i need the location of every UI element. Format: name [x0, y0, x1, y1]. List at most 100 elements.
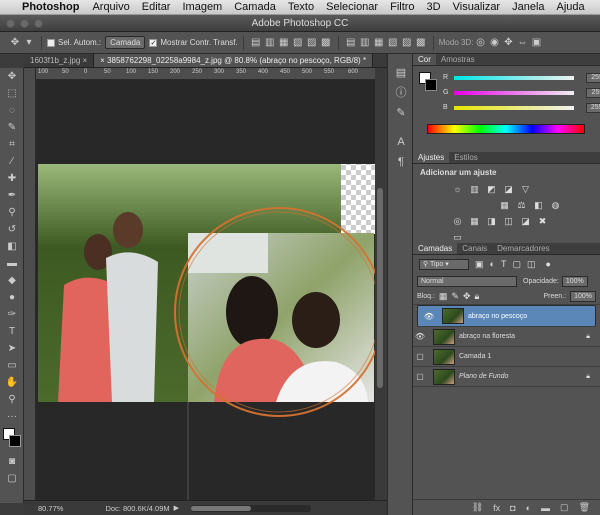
distribute-left-icon[interactable]: ▧ [386, 36, 400, 50]
screen-mode-icon[interactable]: ▢ [0, 470, 24, 487]
threshold-icon[interactable]: ◪ [519, 215, 532, 227]
lasso-tool-icon[interactable]: ◌ [0, 102, 24, 119]
vibrance-icon[interactable]: ▽ [519, 183, 532, 195]
3d-scale-icon[interactable]: ▣ [529, 36, 543, 50]
move-tool-icon[interactable]: ✥ [8, 36, 22, 50]
tool-preset-chevron-icon[interactable]: ▾ [22, 36, 36, 50]
green-slider[interactable] [454, 90, 575, 95]
layer-style-icon[interactable]: fx [493, 503, 500, 513]
marquee-tool-icon[interactable]: ⬚ [0, 85, 24, 102]
opacity-input[interactable]: 100% [561, 275, 588, 287]
gradient-tool-icon[interactable]: ▬ [0, 255, 24, 272]
hue-saturation-icon[interactable]: ▦ [498, 199, 511, 211]
filter-toggle-icon[interactable]: ● [545, 259, 550, 269]
tab-camadas[interactable]: Camadas [413, 243, 458, 254]
quick-mask-icon[interactable]: ◙ [0, 453, 24, 470]
paragraph-panel-icon[interactable]: ¶ [388, 152, 414, 172]
layer-name[interactable]: Plano de Fundo [459, 373, 508, 380]
eyedropper-tool-icon[interactable]: ⁄ [0, 153, 24, 170]
tab-amostras[interactable]: Amostras [436, 54, 480, 65]
minimize-window-button[interactable] [20, 19, 29, 28]
3d-slide-icon[interactable]: ⇔ [515, 36, 529, 50]
quick-selection-tool-icon[interactable]: ✎ [0, 119, 24, 136]
menu-visualizar[interactable]: Visualizar [453, 1, 501, 13]
close-icon[interactable]: × [83, 56, 88, 65]
horizontal-scrollbar[interactable] [191, 504, 312, 512]
crop-tool-icon[interactable]: ⌗ [0, 136, 24, 153]
vertical-scrollbar-thumb[interactable] [377, 188, 383, 388]
selective-color-icon[interactable]: ✖ [536, 215, 549, 227]
menu-texto[interactable]: Texto [288, 1, 314, 13]
brush-panel-icon[interactable]: ✎ [388, 102, 414, 122]
tab-document-2[interactable]: × 3858762298_02258a9984_z.jpg @ 80.8% (a… [94, 54, 374, 67]
align-bottom-icon[interactable]: ▦ [277, 36, 291, 50]
layer-name[interactable]: Camada 1 [459, 353, 491, 360]
align-middle-icon[interactable]: ▥ [263, 36, 277, 50]
distribute-center-icon[interactable]: ▨ [400, 36, 414, 50]
color-spectrum[interactable] [427, 124, 585, 134]
close-icon[interactable]: × [100, 56, 105, 65]
tab-ajustes[interactable]: Ajustes [413, 152, 450, 163]
background-color-swatch[interactable] [9, 435, 21, 447]
distribute-bottom-icon[interactable]: ▦ [372, 36, 386, 50]
zoom-level[interactable]: 80.77% [38, 504, 63, 513]
3d-drag-icon[interactable]: ✥ [501, 36, 515, 50]
more-tools-icon[interactable]: ··· [0, 408, 24, 425]
healing-brush-tool-icon[interactable]: ✚ [0, 170, 24, 187]
blend-mode-dropdown[interactable]: Normal [417, 275, 517, 287]
tab-document-1[interactable]: 1603f1b_z.jpg × [24, 54, 95, 67]
blur-tool-icon[interactable]: ◆ [0, 272, 24, 289]
invert-icon[interactable]: ◨ [485, 215, 498, 227]
tab-cor[interactable]: Cor [413, 54, 436, 65]
distribute-right-icon[interactable]: ▩ [414, 36, 428, 50]
menu-selecionar[interactable]: Selecionar [326, 1, 378, 13]
history-brush-tool-icon[interactable]: ↺ [0, 221, 24, 238]
green-value[interactable]: 255 [586, 87, 600, 98]
menu-3d[interactable]: 3D [427, 1, 441, 13]
new-group-icon[interactable]: ▬ [541, 503, 550, 513]
levels-icon[interactable]: ▥ [468, 183, 481, 195]
align-left-icon[interactable]: ▧ [291, 36, 305, 50]
tab-estilos[interactable]: Estilos [449, 152, 483, 163]
dodge-tool-icon[interactable]: ● [0, 289, 24, 306]
menu-camada[interactable]: Camada [234, 1, 276, 13]
app-menu[interactable]: Photoshop [22, 1, 79, 13]
lock-position-icon[interactable]: ✥ [463, 291, 471, 302]
brightness-contrast-icon[interactable]: ☼ [451, 183, 464, 195]
auto-select-dropdown[interactable]: Camada [105, 36, 146, 49]
layer-row[interactable]: ▢ Camada 1 [413, 347, 600, 367]
type-tool-icon[interactable]: T [0, 323, 24, 340]
red-slider[interactable] [454, 75, 575, 80]
lock-image-icon[interactable]: ✎ [451, 291, 459, 302]
zoom-window-button[interactable] [34, 19, 43, 28]
document-canvas[interactable] [36, 80, 375, 500]
delete-layer-icon[interactable]: 🗑︎ [579, 502, 590, 513]
align-center-icon[interactable]: ▨ [305, 36, 319, 50]
horizontal-scrollbar-thumb[interactable] [191, 505, 252, 511]
auto-select-checkbox[interactable] [47, 38, 55, 47]
menu-imagem[interactable]: Imagem [182, 1, 222, 13]
add-mask-icon[interactable]: ◘ [510, 503, 515, 513]
zoom-tool-icon[interactable]: ⚲ [0, 391, 24, 408]
pen-tool-icon[interactable]: ✑ [0, 306, 24, 323]
layer-name[interactable]: abraço no pescoço [468, 313, 527, 320]
gradient-map-icon[interactable]: ▭ [451, 231, 464, 243]
layer-filter-dropdown[interactable]: ⚲ Tipo ▾ [419, 258, 469, 270]
posterize-icon[interactable]: ◫ [502, 215, 515, 227]
3d-rotate-icon[interactable]: ◎ [473, 36, 487, 50]
visibility-eye-icon[interactable]: 👁︎ [422, 312, 436, 321]
filter-smart-icon[interactable]: ◫ [527, 259, 536, 270]
align-top-icon[interactable]: ▤ [249, 36, 263, 50]
layer-row[interactable]: 👁︎ abraço no pescoço [417, 305, 596, 327]
filter-type-icon[interactable]: T [501, 259, 507, 269]
menu-janela[interactable]: Janela [512, 1, 544, 13]
hand-tool-icon[interactable]: ✋ [0, 374, 24, 391]
fill-input[interactable]: 100% [570, 291, 596, 302]
black-white-icon[interactable]: ◧ [532, 199, 545, 211]
menu-editar[interactable]: Editar [142, 1, 171, 13]
layer-name[interactable]: abraço na floresta [459, 333, 515, 340]
properties-panel-icon[interactable]: ⓘ [388, 82, 414, 102]
channel-mixer-icon[interactable]: ◎ [451, 215, 464, 227]
tab-demarcadores[interactable]: Demarcadores [492, 243, 554, 254]
distribute-middle-icon[interactable]: ▥ [358, 36, 372, 50]
